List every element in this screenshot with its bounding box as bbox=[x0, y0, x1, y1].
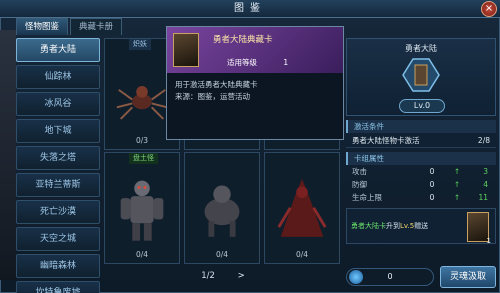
soul-orb-icon bbox=[349, 270, 363, 284]
upgrade-text: 勇者大陆卡升到Lv.5赠送 bbox=[351, 221, 428, 231]
bottom-bar: 0 灵魂汲取 bbox=[346, 266, 496, 290]
attr-name: 攻击 bbox=[352, 167, 367, 176]
upgrade-card-name: 勇者大陆卡 bbox=[351, 222, 386, 230]
monster-count: 0/4 bbox=[135, 250, 149, 259]
sidebar-item-fairy-forest[interactable]: 仙踪林 bbox=[16, 65, 100, 89]
activation-progress: 2/8 bbox=[477, 136, 490, 145]
pagination: 1/2 > bbox=[104, 266, 342, 286]
side-avatar-strip bbox=[0, 30, 16, 280]
detail-panel: 勇者大陆 Lv.0 激活条件 勇者大陆怪物卡激活 2/8 卡组属性 攻击 0 ↑… bbox=[346, 38, 496, 290]
window-title: 图鉴 bbox=[0, 0, 500, 18]
monster-card[interactable]: 0/4 bbox=[184, 152, 260, 264]
arrow-up-icon: ↑ bbox=[453, 193, 461, 202]
attr-name: 防御 bbox=[352, 180, 367, 189]
sidebar-item-atlantis[interactable]: 亚特兰蒂斯 bbox=[16, 173, 100, 197]
sidebar-item-dark-forest[interactable]: 幽暗森林 bbox=[16, 254, 100, 278]
monster-name-tag: 盘土怪 bbox=[129, 153, 158, 164]
card-preview: 勇者大陆 Lv.0 bbox=[346, 38, 496, 116]
monster-count: 0/4 bbox=[215, 250, 229, 259]
sidebar-item-brave-continent[interactable]: 勇者大陆 bbox=[16, 38, 100, 62]
spider-monster-icon bbox=[116, 86, 168, 120]
page-indicator: 1/2 bbox=[201, 271, 215, 281]
tooltip-desc-line: 用于激活勇者大陆典藏卡 bbox=[175, 80, 258, 89]
close-button[interactable]: × bbox=[481, 1, 497, 17]
sidebar-item-ice-valley[interactable]: 冰风谷 bbox=[16, 92, 100, 116]
demon-monster-icon bbox=[277, 178, 327, 237]
beast-monster-icon bbox=[204, 185, 240, 237]
activation-condition: 勇者大陆怪物卡激活 2/8 bbox=[346, 133, 496, 148]
tab-bar: 怪物图鉴 典藏卡册 bbox=[16, 18, 124, 35]
tab-monster-codex[interactable]: 怪物图鉴 bbox=[16, 18, 69, 35]
monster-name-tag: 炽妖 bbox=[129, 39, 151, 50]
upgrade-mid: 升到 bbox=[386, 222, 400, 230]
attr-next-value: 4 bbox=[483, 180, 488, 189]
attr-value: 0 bbox=[429, 167, 435, 176]
sidebar-item-kanter-ruins[interactable]: 坎特鲁废墟 bbox=[16, 281, 100, 293]
card-level-badge: Lv.0 bbox=[399, 99, 445, 113]
upgrade-reward: 勇者大陆卡升到Lv.5赠送 1 bbox=[346, 208, 496, 245]
sidebar-item-dungeon[interactable]: 地下城 bbox=[16, 119, 100, 143]
tooltip-header: 勇者大陆典藏卡 适用等级 1 bbox=[167, 27, 343, 73]
tooltip-title: 勇者大陆典藏卡 bbox=[213, 35, 273, 45]
activation-text: 勇者大陆怪物卡激活 bbox=[352, 136, 420, 145]
sidebar-item-sky-city[interactable]: 天空之城 bbox=[16, 227, 100, 251]
upgrade-suffix: 赠送 bbox=[414, 222, 429, 230]
level-value: 1 bbox=[283, 58, 289, 67]
item-tooltip: 勇者大陆典藏卡 适用等级 1 用于激活勇者大陆典藏卡 来源：图鉴，运营活动 bbox=[166, 26, 344, 140]
collection-card-icon bbox=[173, 33, 199, 67]
attribute-header: 卡组属性 bbox=[346, 152, 496, 165]
reward-count: 1 bbox=[486, 237, 491, 245]
arrow-up-icon: ↑ bbox=[453, 180, 461, 189]
monster-card[interactable]: 0/4 bbox=[264, 152, 340, 264]
arrow-up-icon: ↑ bbox=[453, 167, 461, 176]
region-list: 勇者大陆 仙踪林 冰风谷 地下城 失落之塔 亚特兰蒂斯 死亡沙漠 天空之城 幽暗… bbox=[16, 38, 100, 293]
attr-value: 0 bbox=[429, 193, 435, 202]
tooltip-level: 适用等级 1 bbox=[227, 57, 288, 68]
monster-card[interactable]: 盘土怪 0/4 bbox=[104, 152, 180, 264]
attribute-row: 攻击 0 ↑ 3 bbox=[346, 165, 496, 178]
sidebar-item-death-desert[interactable]: 死亡沙漠 bbox=[16, 200, 100, 224]
soul-absorb-button[interactable]: 灵魂汲取 bbox=[440, 266, 496, 288]
attribute-row: 生命上限 0 ↑ 11 bbox=[346, 191, 496, 204]
orc-monster-icon bbox=[120, 180, 164, 241]
attr-next-value: 3 bbox=[483, 167, 488, 176]
attr-name: 生命上限 bbox=[352, 193, 382, 202]
currency-value: 0 bbox=[387, 272, 393, 281]
attr-value: 0 bbox=[429, 180, 435, 189]
attr-next-value: 11 bbox=[478, 193, 488, 202]
monster-count: 0/4 bbox=[295, 250, 309, 259]
next-page-button[interactable]: > bbox=[238, 271, 245, 281]
level-label: 适用等级 bbox=[227, 58, 257, 67]
tooltip-desc-line: 来源：图鉴，运营活动 bbox=[175, 92, 250, 101]
activation-header: 激活条件 bbox=[346, 120, 496, 133]
sidebar-item-lost-tower[interactable]: 失落之塔 bbox=[16, 146, 100, 170]
tab-card-album[interactable]: 典藏卡册 bbox=[70, 18, 123, 35]
upgrade-level: Lv.5 bbox=[400, 222, 415, 230]
soul-currency: 0 bbox=[346, 268, 434, 286]
attribute-row: 防御 0 ↑ 4 bbox=[346, 178, 496, 191]
tooltip-description: 用于激活勇者大陆典藏卡 来源：图鉴，运营活动 bbox=[167, 73, 343, 109]
card-crest-icon bbox=[402, 58, 440, 92]
